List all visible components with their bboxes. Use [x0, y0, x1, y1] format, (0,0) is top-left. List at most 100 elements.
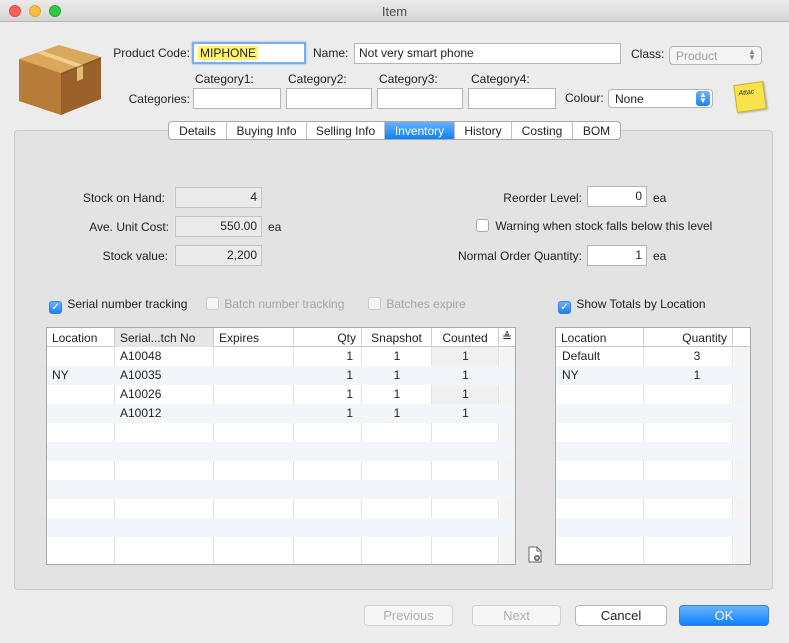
- tab-bom[interactable]: BOM: [573, 122, 620, 139]
- cardboard-box-icon: [15, 37, 105, 117]
- table-row[interactable]: A10026 1 1 1: [47, 385, 515, 404]
- tab-details[interactable]: Details: [169, 122, 227, 139]
- table-row[interactable]: A10048 1 1 1: [47, 347, 515, 366]
- empty-row: [556, 499, 750, 518]
- row-location: Default: [562, 349, 601, 363]
- tab-bar: Details Buying Info Selling Info Invento…: [168, 121, 621, 140]
- col-location[interactable]: Location: [47, 328, 115, 347]
- colour-select-value: None: [615, 92, 644, 106]
- tab-history[interactable]: History: [455, 122, 512, 139]
- add-document-icon[interactable]: [528, 546, 542, 563]
- updown-chevron-icon: ▲ ▼: [748, 47, 756, 62]
- col-snapshot[interactable]: Snapshot: [362, 328, 432, 347]
- serial-table[interactable]: Location Serial...tch No Expires Qty Sna…: [46, 327, 516, 565]
- warning-checkbox[interactable]: [476, 219, 489, 232]
- category1-field[interactable]: [193, 88, 281, 109]
- stock-value-label: Stock value:: [102, 249, 168, 263]
- empty-row: [47, 423, 515, 442]
- stock-on-hand-field: 4: [175, 187, 262, 208]
- reorder-level-field[interactable]: 0: [587, 186, 647, 207]
- empty-row: [47, 499, 515, 518]
- category2-field[interactable]: [286, 88, 372, 109]
- row-expires: [214, 366, 294, 385]
- totals-table[interactable]: Location Quantity Default 3 NY 1: [555, 327, 751, 565]
- tab-selling-info[interactable]: Selling Info: [307, 122, 385, 139]
- product-code-field[interactable]: MIPHONE: [192, 42, 306, 64]
- row-quantity: 3: [693, 349, 701, 363]
- category1-label: Category1:: [195, 72, 254, 86]
- empty-row: [556, 518, 750, 537]
- col-counted[interactable]: Counted: [432, 328, 499, 347]
- row-location: [47, 385, 115, 404]
- normal-order-qty-field[interactable]: 1: [587, 245, 647, 266]
- row-serial: A10035: [120, 368, 162, 382]
- row-expires: [214, 347, 294, 366]
- row-location: [47, 347, 115, 366]
- normal-order-qty-unit: ea: [653, 249, 667, 263]
- row-snapshot: 1: [393, 368, 401, 382]
- batches-expire-row: Batches expire: [368, 297, 466, 311]
- column-sort-icon[interactable]: ≜: [499, 328, 515, 347]
- row-snapshot: 1: [393, 406, 401, 420]
- next-button: Next: [472, 605, 561, 626]
- table-row[interactable]: A10012 1 1 1: [47, 404, 515, 423]
- row-counted: 1: [462, 368, 469, 382]
- ave-unit-cost-unit: ea: [268, 220, 282, 234]
- category4-field[interactable]: [468, 88, 556, 109]
- batches-expire-label: Batches expire: [386, 297, 466, 311]
- serial-tracking-row[interactable]: ✓ Serial number tracking: [49, 297, 187, 314]
- col-serial[interactable]: Serial...tch No: [115, 328, 214, 347]
- table-row[interactable]: NY 1: [556, 366, 750, 385]
- row-snapshot: 1: [393, 387, 401, 401]
- row-counted: 1: [462, 387, 469, 401]
- categories-label: Categories:: [128, 92, 190, 106]
- category3-field[interactable]: [377, 88, 463, 109]
- col-expires[interactable]: Expires: [214, 328, 294, 347]
- class-label: Class:: [631, 47, 665, 61]
- show-totals-label: Show Totals by Location: [576, 297, 706, 311]
- window-title: Item: [381, 4, 408, 19]
- row-location: [47, 404, 115, 423]
- serial-table-header: Location Serial...tch No Expires Qty Sna…: [47, 328, 515, 347]
- empty-row: [556, 537, 750, 556]
- col-qty[interactable]: Qty: [294, 328, 362, 347]
- table-row[interactable]: Default 3: [556, 347, 750, 366]
- row-qty: 1: [346, 406, 353, 420]
- normal-order-qty-label: Normal Order Quantity:: [457, 249, 582, 263]
- row-expires: [214, 404, 294, 423]
- batch-tracking-label: Batch number tracking: [224, 297, 345, 311]
- name-field[interactable]: Not very smart phone: [354, 43, 621, 64]
- table-row[interactable]: NY A10035 1 1 1: [47, 366, 515, 385]
- row-serial: A10026: [120, 387, 162, 401]
- row-serial: A10048: [120, 349, 162, 363]
- col-totals-quantity[interactable]: Quantity: [644, 328, 733, 347]
- tab-costing[interactable]: Costing: [512, 122, 573, 139]
- ok-button[interactable]: OK: [679, 605, 769, 626]
- row-snapshot: 1: [393, 349, 401, 363]
- totals-table-header: Location Quantity: [556, 328, 750, 347]
- tab-inventory[interactable]: Inventory: [385, 122, 455, 139]
- show-totals-row[interactable]: ✓ Show Totals by Location: [558, 297, 706, 314]
- warning-checkbox-label: Warning when stock falls below this leve…: [495, 219, 713, 233]
- colour-select[interactable]: None ▲ ▼: [608, 89, 713, 108]
- empty-row: [556, 461, 750, 480]
- updown-chevron-icon: ▲ ▼: [696, 91, 710, 106]
- row-location: NY: [562, 368, 579, 382]
- empty-row: [47, 442, 515, 461]
- empty-row: [47, 461, 515, 480]
- show-totals-checkbox[interactable]: ✓: [558, 301, 571, 314]
- empty-row: [556, 480, 750, 499]
- tab-buying-info[interactable]: Buying Info: [227, 122, 307, 139]
- row-counted: 1: [462, 349, 469, 363]
- product-code-label: Product Code:: [113, 46, 190, 60]
- serial-tracking-checkbox[interactable]: ✓: [49, 301, 62, 314]
- empty-row: [47, 537, 515, 556]
- serial-tracking-label: Serial number tracking: [67, 297, 188, 311]
- batch-tracking-checkbox: [206, 297, 219, 310]
- warning-checkbox-row[interactable]: Warning when stock falls below this leve…: [476, 219, 712, 233]
- row-expires: [214, 385, 294, 404]
- cancel-button[interactable]: Cancel: [575, 605, 667, 626]
- sticky-note-icon[interactable]: Attac: [733, 81, 767, 113]
- class-select: Product ▲ ▼: [669, 46, 762, 65]
- col-totals-location[interactable]: Location: [556, 328, 644, 347]
